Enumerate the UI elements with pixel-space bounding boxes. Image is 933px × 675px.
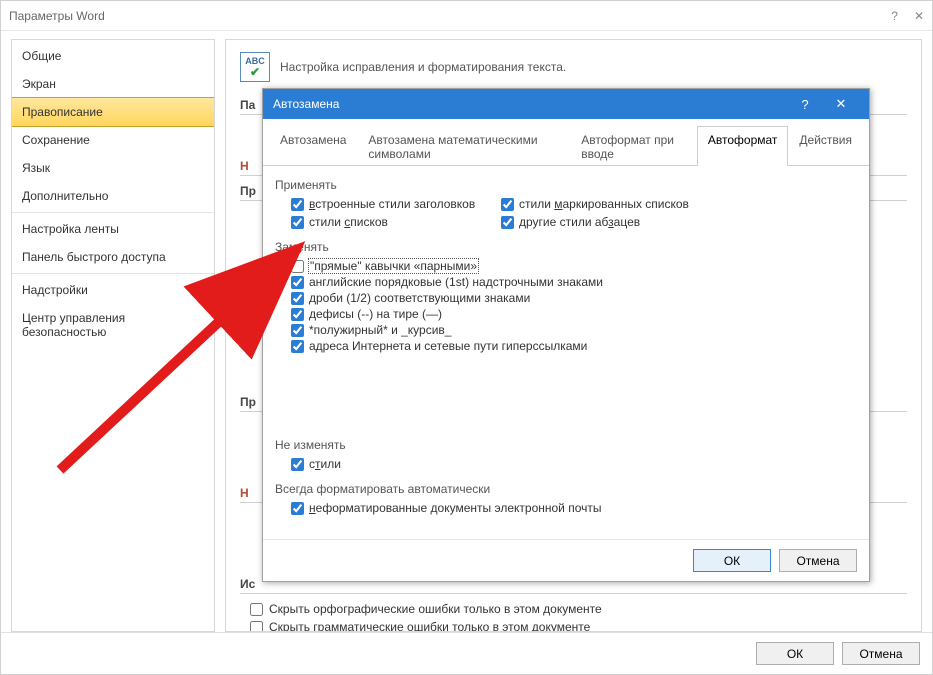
always-label: Всегда форматировать автоматически (275, 482, 857, 496)
cb-hyphens-label: дефисы (--) на тире (—) (309, 307, 442, 321)
cb-fractions[interactable]: дроби (1/2) соответствующими знаками (291, 290, 857, 306)
replace-label: Заменять (275, 240, 857, 254)
cb-ordinals-box[interactable] (291, 276, 304, 289)
section-title: Настройка исправления и форматирования т… (280, 60, 566, 74)
cb-bullet-styles-label: стили маркированных списков (519, 197, 689, 211)
sidebar-label: Настройка ленты (22, 222, 119, 236)
cb-preserve-styles-box[interactable] (291, 458, 304, 471)
close-icon[interactable]: ✕ (914, 9, 924, 23)
sidebar-label: Надстройки (22, 283, 88, 297)
sidebar-item-general[interactable]: Общие (12, 42, 214, 70)
cb-hyphens-box[interactable] (291, 308, 304, 321)
hide-spelling-label: Скрыть орфографические ошибки только в э… (269, 602, 602, 616)
sidebar-label: Сохранение (22, 133, 90, 147)
cb-list-styles[interactable]: стили списков (291, 214, 491, 230)
cb-hyphens[interactable]: дефисы (--) на тире (—) (291, 306, 857, 322)
sidebar-label: Правописание (22, 105, 103, 119)
tab-autocorrect[interactable]: Автозамена (269, 126, 357, 166)
parent-title: Параметры Word (9, 9, 105, 23)
cb-quotes-box[interactable] (291, 260, 304, 273)
sidebar: Общие Экран Правописание Сохранение Язык… (11, 39, 215, 632)
cb-hyperlinks-box[interactable] (291, 340, 304, 353)
tab-actions[interactable]: Действия (788, 126, 863, 166)
cb-bold-italic-label: *полужирный* и _курсив_ (309, 323, 451, 337)
cb-other-para-label: другие стили абзацев (519, 215, 640, 229)
tab-autoformat[interactable]: Автоформат (697, 126, 789, 166)
sidebar-item-advanced[interactable]: Дополнительно (12, 182, 214, 210)
hide-grammar-checkbox[interactable] (250, 621, 263, 633)
title-icons: ? ✕ (891, 9, 924, 23)
parent-cancel-button[interactable]: Отмена (842, 642, 920, 665)
cb-email-plaintext[interactable]: неформатированные документы электронной … (291, 500, 857, 516)
modal-close-icon[interactable]: ✕ (823, 96, 859, 112)
parent-bottom-bar: ОК Отмена (1, 632, 932, 674)
cb-email-plaintext-label: неформатированные документы электронной … (309, 501, 601, 515)
hide-grammar-row[interactable]: Скрыть грамматические ошибки только в эт… (240, 618, 907, 632)
cb-quotes-label: "прямые" кавычки «парными» (309, 259, 478, 273)
tab-autoformat-typing[interactable]: Автоформат при вводе (570, 126, 697, 166)
sidebar-label: Язык (22, 161, 50, 175)
cb-fractions-label: дроби (1/2) соответствующими знаками (309, 291, 530, 305)
cb-email-plaintext-box[interactable] (291, 502, 304, 515)
hide-grammar-label: Скрыть грамматические ошибки только в эт… (269, 620, 590, 632)
hide-spelling-checkbox[interactable] (250, 603, 263, 616)
modal-title: Автозамена (273, 97, 339, 111)
sidebar-item-addins[interactable]: Надстройки (12, 276, 214, 304)
sidebar-item-ribbon[interactable]: Настройка ленты (12, 215, 214, 243)
sidebar-item-save[interactable]: Сохранение (12, 126, 214, 154)
hide-spelling-row[interactable]: Скрыть орфографические ошибки только в э… (240, 600, 907, 618)
tab-math[interactable]: Автозамена математическими символами (357, 126, 570, 166)
cb-preserve-styles[interactable]: стили (291, 456, 857, 472)
cb-ordinals[interactable]: английские порядковые (1st) надстрочными… (291, 274, 857, 290)
sidebar-label: Дополнительно (22, 189, 108, 203)
cb-preserve-styles-label: стили (309, 457, 341, 471)
sidebar-label: Панель быстрого доступа (22, 250, 166, 264)
sidebar-label: Экран (22, 77, 56, 91)
modal-footer: ОК Отмена (263, 539, 869, 581)
modal-titlebar: Автозамена ? ✕ (263, 89, 869, 119)
cb-bullet-styles-box[interactable] (501, 198, 514, 211)
sidebar-item-trustcenter[interactable]: Центр управления безопасностью (12, 304, 214, 346)
preserve-label: Не изменять (275, 438, 857, 452)
sidebar-item-display[interactable]: Экран (12, 70, 214, 98)
proofing-icon: ABC✔ (240, 52, 270, 82)
help-icon[interactable]: ? (891, 9, 898, 23)
modal-body: Применять встроенные стили заголовков ст… (263, 166, 869, 539)
cb-hyperlinks-label: адреса Интернета и сетевые пути гиперссы… (309, 339, 587, 353)
cb-heading-styles-label: встроенные стили заголовков (309, 197, 475, 211)
cb-list-styles-box[interactable] (291, 216, 304, 229)
apply-label: Применять (275, 178, 857, 192)
sidebar-item-proofing[interactable]: Правописание (11, 97, 215, 127)
cb-heading-styles[interactable]: встроенные стили заголовков (291, 196, 491, 212)
cb-fractions-box[interactable] (291, 292, 304, 305)
parent-ok-button[interactable]: ОК (756, 642, 834, 665)
modal-help-icon[interactable]: ? (787, 97, 823, 112)
cb-hyperlinks[interactable]: адреса Интернета и сетевые пути гиперссы… (291, 338, 857, 354)
sidebar-label: Общие (22, 49, 61, 63)
modal-ok-button[interactable]: ОК (693, 549, 771, 572)
sidebar-item-qat[interactable]: Панель быстрого доступа (12, 243, 214, 271)
cb-bold-italic-box[interactable] (291, 324, 304, 337)
cb-bullet-styles[interactable]: стили маркированных списков (501, 196, 857, 212)
sidebar-item-language[interactable]: Язык (12, 154, 214, 182)
autocorrect-dialog: Автозамена ? ✕ Автозамена Автозамена мат… (262, 88, 870, 582)
modal-cancel-button[interactable]: Отмена (779, 549, 857, 572)
cb-list-styles-label: стили списков (309, 215, 388, 229)
cb-other-para-box[interactable] (501, 216, 514, 229)
modal-tabs: Автозамена Автозамена математическими си… (263, 119, 869, 166)
cb-heading-styles-box[interactable] (291, 198, 304, 211)
cb-ordinals-label: английские порядковые (1st) надстрочными… (309, 275, 603, 289)
parent-titlebar: Параметры Word ? ✕ (1, 1, 932, 31)
cb-other-para[interactable]: другие стили абзацев (501, 214, 857, 230)
cb-bold-italic[interactable]: *полужирный* и _курсив_ (291, 322, 857, 338)
sidebar-label: Центр управления безопасностью (22, 311, 125, 339)
cb-quotes[interactable]: "прямые" кавычки «парными» (291, 258, 857, 274)
